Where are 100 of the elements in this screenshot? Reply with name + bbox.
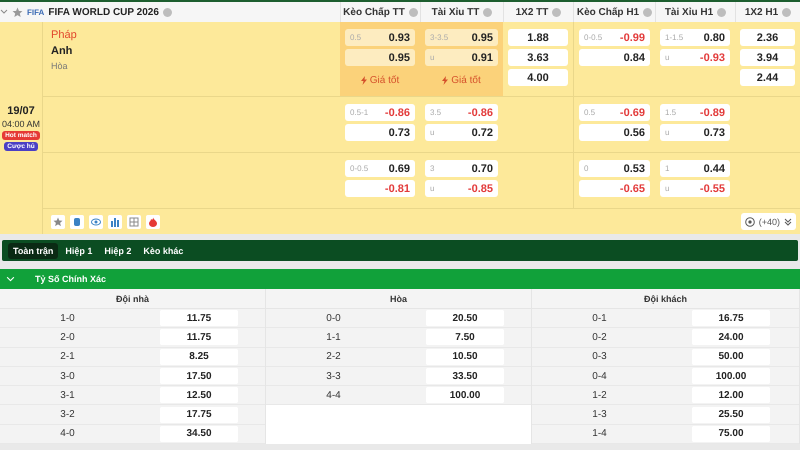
odds-button[interactable]: 25.50 xyxy=(692,406,770,423)
away-team: Anh xyxy=(51,45,74,57)
layout-icon[interactable] xyxy=(127,214,141,228)
odds-button[interactable]: 3.63 xyxy=(508,49,568,66)
fire-icon[interactable] xyxy=(146,214,160,228)
score-label: 2-0 xyxy=(59,332,76,343)
odds-button[interactable]: 11.75 xyxy=(160,310,238,326)
odds-button[interactable]: u -0.55 xyxy=(660,180,730,197)
info-icon[interactable] xyxy=(483,8,492,16)
column-header: 1X2 TT xyxy=(516,6,548,18)
odds-button[interactable]: 20.50 xyxy=(426,310,504,326)
odds-button[interactable]: 24.00 xyxy=(692,329,770,346)
double-chevron-icon xyxy=(784,218,792,226)
odds-button[interactable]: 16.75 xyxy=(692,310,770,326)
eye-icon[interactable] xyxy=(89,214,103,228)
score-label: 0-0 xyxy=(325,312,342,324)
star-icon[interactable] xyxy=(51,214,65,228)
score-label: 1-3 xyxy=(591,409,608,420)
bar-chart-icon[interactable] xyxy=(108,214,122,228)
odds-button[interactable]: 75.00 xyxy=(692,426,770,442)
info-icon[interactable] xyxy=(717,8,726,16)
column-header: Hòa xyxy=(266,289,531,309)
score-label: 1-2 xyxy=(591,390,608,401)
column-header: Kèo Chấp H1 xyxy=(576,6,640,18)
odds-button[interactable]: 100.00 xyxy=(426,387,504,404)
odds-button[interactable]: 8.25 xyxy=(160,348,238,365)
info-icon[interactable] xyxy=(643,8,652,16)
lightning-icon xyxy=(360,76,367,85)
odds-button[interactable]: 17.75 xyxy=(160,406,238,423)
chevron-down-icon[interactable] xyxy=(0,8,8,16)
tab[interactable]: Hiệp 2 xyxy=(99,242,136,258)
score-label: 3-1 xyxy=(59,390,76,401)
odds-button[interactable]: 3.5 -0.86 xyxy=(425,104,498,121)
odds-button[interactable]: 10.50 xyxy=(426,348,504,365)
odds-button[interactable]: u -0.85 xyxy=(425,180,498,197)
odds-button[interactable]: 0.5 -0.69 xyxy=(579,104,650,121)
column-header: Đội khách xyxy=(532,289,799,309)
score-label: 0-2 xyxy=(591,332,608,343)
odds-button[interactable]: 1.5 -0.89 xyxy=(660,104,730,121)
match-date: 19/07 xyxy=(7,105,35,117)
score-label: 3-3 xyxy=(325,370,342,382)
best-price-label: Giá tốt xyxy=(370,75,400,86)
star-icon[interactable] xyxy=(12,6,23,18)
odds-button[interactable]: 0-0.5 -0.99 xyxy=(579,29,650,46)
odds-button[interactable]: 4.00 xyxy=(508,69,568,86)
info-icon[interactable] xyxy=(162,8,172,16)
score-label: 0-1 xyxy=(591,312,608,324)
info-icon[interactable] xyxy=(408,8,418,16)
score-label: 2-1 xyxy=(59,351,76,362)
info-icon[interactable] xyxy=(552,8,562,16)
odds-button[interactable]: 1.88 xyxy=(508,29,568,46)
odds-button[interactable]: 0-0.5 0.69 xyxy=(345,160,415,177)
odds-button[interactable]: 2.36 xyxy=(740,29,795,46)
odds-button[interactable]: 11.75 xyxy=(160,329,238,346)
odds-button[interactable]: 0.84 xyxy=(579,49,650,66)
odds-button[interactable]: 0.5 0.93 xyxy=(345,29,415,46)
odds-button[interactable]: u 0.73 xyxy=(660,124,730,141)
more-markets-button[interactable]: (+40) xyxy=(740,213,796,230)
odds-button[interactable]: u -0.93 xyxy=(660,49,730,66)
odds-button[interactable]: 3 0.70 xyxy=(425,160,498,177)
column-header: 1X2 H1 xyxy=(744,6,778,18)
column-header: Đội nhà xyxy=(0,289,265,309)
tab[interactable]: Kèo khác xyxy=(138,242,188,258)
odds-button[interactable]: u 0.72 xyxy=(425,124,498,141)
league-title: FIFA WORLD CUP 2026 xyxy=(48,6,159,18)
odds-button[interactable]: 17.50 xyxy=(160,368,238,384)
odds-button[interactable]: -0.65 xyxy=(579,180,650,197)
odds-button[interactable]: u 0.91 xyxy=(425,49,498,66)
odds-button[interactable]: 0.73 xyxy=(345,124,415,141)
chevron-down-icon[interactable] xyxy=(6,274,15,284)
section-title: Tỷ Số Chính Xác xyxy=(35,274,106,284)
odds-button[interactable]: 1-1.5 0.80 xyxy=(660,29,730,46)
info-icon[interactable] xyxy=(782,8,792,16)
score-label: 0-3 xyxy=(591,351,608,362)
tab[interactable]: Toàn trận xyxy=(8,242,58,258)
match-time: 04:00 AM xyxy=(2,119,40,129)
odds-button[interactable]: 12.00 xyxy=(692,387,770,404)
odds-button[interactable]: 3.94 xyxy=(740,49,795,66)
odds-button[interactable]: 2.44 xyxy=(740,69,795,86)
odds-button[interactable]: 1 0.44 xyxy=(660,160,730,177)
odds-button[interactable]: 7.50 xyxy=(426,329,504,346)
league-logo: FIFA xyxy=(27,8,44,16)
odds-button[interactable]: 12.50 xyxy=(160,387,238,404)
odds-button[interactable]: 100.00 xyxy=(692,368,770,384)
odds-button[interactable]: 50.00 xyxy=(692,348,770,365)
odds-button[interactable]: 3-3.5 0.95 xyxy=(425,29,498,46)
odds-button[interactable]: 0 0.53 xyxy=(579,160,650,177)
odds-button[interactable]: 0.56 xyxy=(579,124,650,141)
column-header: Tài Xỉu TT xyxy=(432,6,480,18)
score-label: 2-2 xyxy=(325,351,342,362)
score-label: 1-1 xyxy=(325,332,342,343)
odds-button[interactable]: 0.95 xyxy=(345,49,415,66)
column-header: Tài Xỉu H1 xyxy=(664,6,714,18)
odds-button[interactable]: 34.50 xyxy=(160,426,238,442)
tab[interactable]: Hiệp 1 xyxy=(60,242,98,258)
score-label: 4-4 xyxy=(325,390,342,401)
odds-button[interactable]: -0.81 xyxy=(345,180,415,197)
odds-button[interactable]: 0.5-1 -0.86 xyxy=(345,104,415,121)
odds-button[interactable]: 33.50 xyxy=(426,368,504,384)
lightning-icon xyxy=(442,76,448,85)
